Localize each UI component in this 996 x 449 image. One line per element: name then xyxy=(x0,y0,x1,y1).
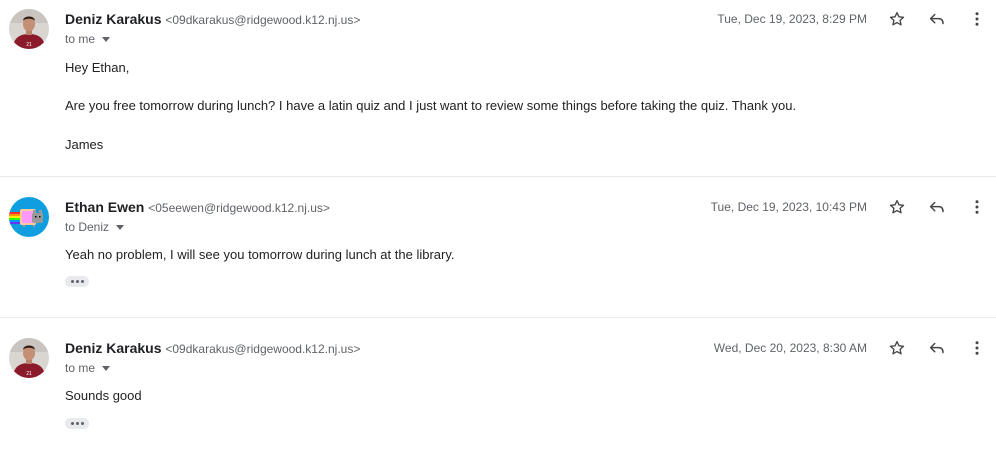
sender-avatar[interactable]: 21 xyxy=(9,338,49,378)
more-options-button[interactable] xyxy=(965,195,989,219)
ellipsis-dot xyxy=(80,422,84,425)
sender-avatar[interactable]: 21 xyxy=(9,9,49,49)
ellipsis-dot xyxy=(75,422,79,425)
sender-name[interactable]: Deniz Karakus xyxy=(65,11,161,27)
ellipsis-dot xyxy=(70,422,74,425)
svg-text:21: 21 xyxy=(26,42,32,48)
reply-icon xyxy=(929,342,944,354)
sender-line: Ethan Ewen <05eewen@ridgewood.k12.nj.us> xyxy=(65,199,330,215)
chevron-down-icon xyxy=(102,36,111,42)
more-vert-icon xyxy=(975,12,979,26)
recipient-details-toggle[interactable]: to me xyxy=(65,361,111,375)
chevron-down-icon xyxy=(102,365,111,371)
reply-icon xyxy=(929,13,944,25)
email-message: 21 Deniz Karakus <09dkarakus@ridgewood.k… xyxy=(0,0,996,176)
sender-avatar[interactable] xyxy=(9,197,49,237)
reply-button[interactable] xyxy=(925,195,949,219)
message-body-paragraph: James xyxy=(65,137,104,152)
ellipsis-dot xyxy=(80,280,84,283)
more-vert-icon xyxy=(975,200,979,214)
email-message: 21 Deniz Karakus <09dkarakus@ridgewood.k… xyxy=(0,317,996,449)
ellipsis-dot xyxy=(70,280,74,283)
sender-line: Deniz Karakus <09dkarakus@ridgewood.k12.… xyxy=(65,340,360,356)
sender-email: <09dkarakus@ridgewood.k12.nj.us> xyxy=(165,342,361,356)
star-button[interactable] xyxy=(885,7,909,31)
ellipsis-dot xyxy=(75,280,79,283)
email-message: Ethan Ewen <05eewen@ridgewood.k12.nj.us>… xyxy=(0,176,996,317)
star-icon xyxy=(889,11,905,26)
svg-text:21: 21 xyxy=(26,371,32,377)
recipient-label: to me xyxy=(65,361,96,375)
star-button[interactable] xyxy=(885,195,909,219)
more-options-button[interactable] xyxy=(965,7,989,31)
message-timestamp: Tue, Dec 19, 2023, 10:43 PM xyxy=(710,200,867,214)
message-body-paragraph: Hey Ethan, xyxy=(65,60,130,75)
reply-button[interactable] xyxy=(925,336,949,360)
recipient-details-toggle[interactable]: to me xyxy=(65,32,111,46)
recipient-details-toggle[interactable]: to Deniz xyxy=(65,220,125,234)
message-timestamp: Tue, Dec 19, 2023, 8:29 PM xyxy=(717,12,867,26)
show-trimmed-content-button[interactable] xyxy=(65,276,89,287)
message-timestamp: Wed, Dec 20, 2023, 8:30 AM xyxy=(713,341,867,355)
recipient-label: to me xyxy=(65,32,96,46)
more-options-button[interactable] xyxy=(965,336,989,360)
sender-email: <05eewen@ridgewood.k12.nj.us> xyxy=(148,201,330,215)
soccer-player-avatar-icon: 21 xyxy=(9,338,49,378)
reply-button[interactable] xyxy=(925,7,949,31)
star-icon xyxy=(889,340,905,355)
sender-email: <09dkarakus@ridgewood.k12.nj.us> xyxy=(165,13,361,27)
sender-line: Deniz Karakus <09dkarakus@ridgewood.k12.… xyxy=(65,11,360,27)
more-vert-icon xyxy=(975,341,979,355)
star-button[interactable] xyxy=(885,336,909,360)
chevron-down-icon xyxy=(116,224,125,230)
message-body-paragraph: Are you free tomorrow during lunch? I ha… xyxy=(65,98,797,113)
message-body-paragraph: Yeah no problem, I will see you tomorrow… xyxy=(65,247,455,262)
recipient-label: to Deniz xyxy=(65,220,110,234)
star-icon xyxy=(889,199,905,214)
soccer-player-avatar-icon: 21 xyxy=(9,9,49,49)
nyan-cat-avatar-icon xyxy=(9,197,49,237)
message-body-paragraph: Sounds good xyxy=(65,388,142,403)
show-trimmed-content-button[interactable] xyxy=(65,418,89,429)
sender-name[interactable]: Deniz Karakus xyxy=(65,340,161,356)
sender-name[interactable]: Ethan Ewen xyxy=(65,199,144,215)
reply-icon xyxy=(929,201,944,213)
